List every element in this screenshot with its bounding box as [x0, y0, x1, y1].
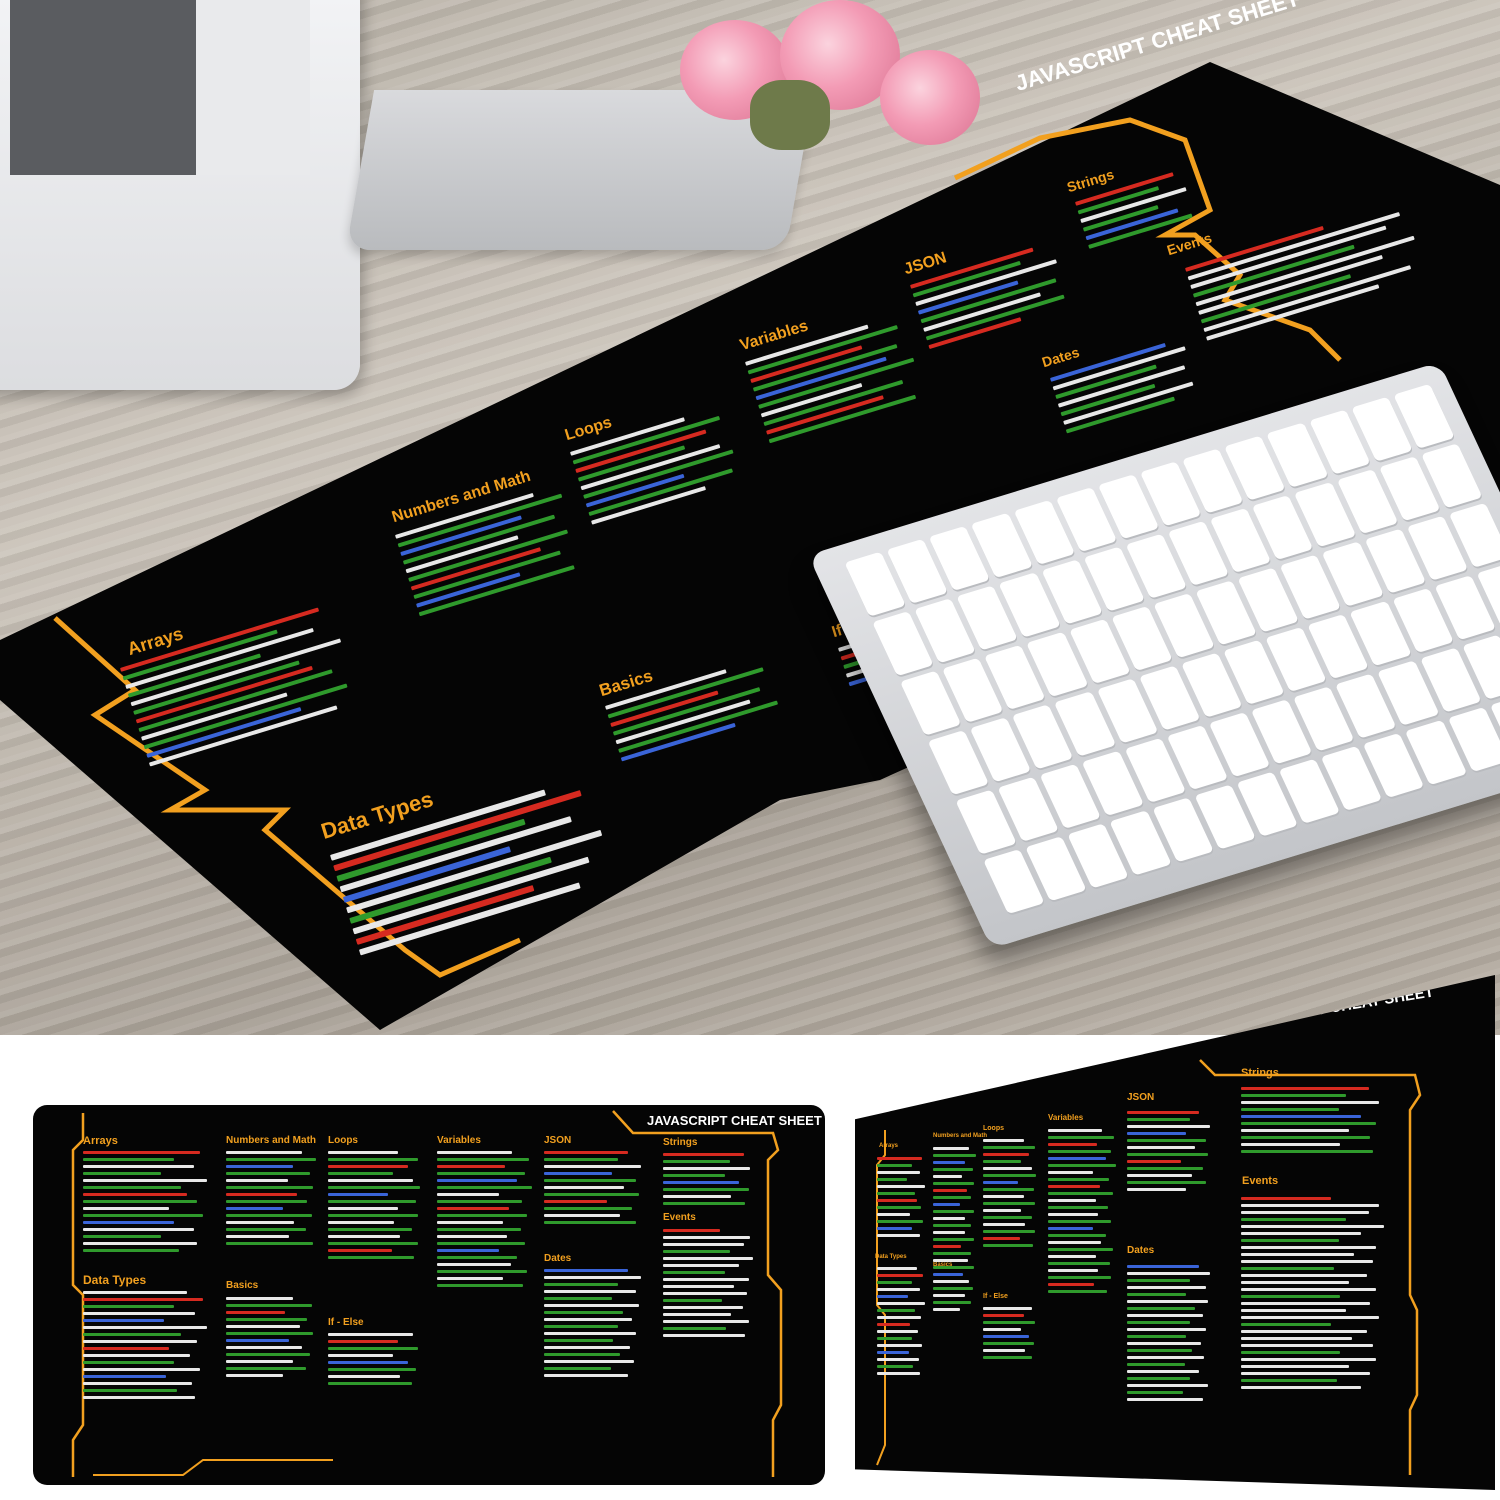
thumb-angled-code-col3b — [983, 1307, 1041, 1363]
thumb-flat-code-variables — [437, 1151, 537, 1291]
mat-title: JAVASCRIPT CHEAT SHEET — [1012, 0, 1303, 96]
thumb-flat-section-basics: Basics — [226, 1280, 259, 1291]
section-datatypes: Data Types — [318, 786, 437, 844]
monitor — [0, 0, 360, 390]
thumb-angled-section-ifelse: If - Else — [983, 1293, 1008, 1300]
thumb-angled-section-loops: Loops — [983, 1125, 1004, 1132]
section-strings: Strings — [1065, 165, 1116, 196]
thumb-flat-section-strings: Strings — [663, 1137, 698, 1148]
code-block-datatypes — [330, 773, 630, 960]
thumb-angled-code-events — [1241, 1197, 1391, 1393]
thumb-angled-section-variables: Variables — [1048, 1113, 1084, 1122]
thumb-flat-code-numbers — [226, 1151, 321, 1249]
thumb-flat-code-events — [663, 1229, 758, 1341]
section-dates: Dates — [1040, 343, 1082, 371]
code-block-variables — [745, 312, 934, 448]
section-arrays: Arrays — [125, 623, 186, 660]
code-block-dates — [1050, 334, 1212, 438]
thumb-angled-code-col5b — [1127, 1265, 1217, 1405]
thumb-flat-code-ifelse — [328, 1333, 428, 1389]
flower-bouquet — [660, 0, 990, 180]
thumb-angled-section-numbers: Numbers and Math — [933, 1133, 988, 1139]
section-json: JSON — [902, 249, 949, 279]
section-events: Events — [1165, 229, 1214, 259]
frame-right — [953, 117, 1342, 362]
thumb-angled-code-col1 — [877, 1157, 927, 1241]
thumb-angled-code-strings — [1241, 1087, 1391, 1157]
thumb-angled-section-strings: Strings — [1241, 1067, 1279, 1079]
hero-photo: JAVASCRIPT CHEAT SHEET Arrays Numbers an… — [0, 0, 1500, 1035]
section-numbers: Numbers and Math — [390, 467, 533, 527]
keyboard — [808, 362, 1500, 949]
thumb-flat-code-basics — [226, 1297, 321, 1381]
thumb-flat-code-strings — [663, 1153, 758, 1209]
thumbnail-flat-mat: JAVASCRIPT CHEAT SHEET Arrays Numbers an… — [33, 1105, 825, 1485]
code-block-json — [910, 238, 1084, 354]
thumb-angled-section-datatypes: Data Types — [875, 1254, 907, 1260]
frame-left — [53, 616, 522, 978]
section-variables: Variables — [738, 317, 811, 355]
thumb-flat-section-datatypes: Data Types — [83, 1273, 147, 1287]
thumb-angled-code-col2 — [933, 1147, 978, 1315]
thumb-flat-code-arrays — [83, 1151, 213, 1256]
thumb-flat-section-dates: Dates — [544, 1253, 572, 1264]
thumb-flat-section-arrays: Arrays — [83, 1135, 118, 1147]
thumb-flat-section-numbers: Numbers and Math — [226, 1135, 317, 1146]
thumb-flat-code-dates — [544, 1269, 649, 1381]
section-basics: Basics — [597, 665, 655, 701]
thumb-angled-code-col1b — [877, 1267, 927, 1379]
thumb-angled-code-col5 — [1127, 1111, 1217, 1195]
thumb-flat-section-json: JSON — [544, 1135, 572, 1146]
code-block-numbers — [395, 482, 593, 621]
thumb-flat-section-loops: Loops — [328, 1135, 358, 1146]
monitor-screen — [10, 0, 310, 175]
code-block-arrays — [120, 601, 372, 772]
code-block-strings — [1075, 167, 1206, 254]
thumb-angled-section-events: Events — [1242, 1175, 1279, 1187]
thumb-angled-section-json: JSON — [1127, 1092, 1155, 1103]
thumb-flat-code-json — [544, 1151, 649, 1228]
thumb-flat-section-variables: Variables — [437, 1135, 481, 1146]
thumb-angled-section-dates: Dates — [1127, 1245, 1155, 1256]
code-block-basics — [605, 653, 796, 766]
thumb-flat-code-loops — [328, 1151, 428, 1263]
section-loops: Loops — [563, 413, 614, 445]
thumb-flat-section-ifelse: If - Else — [328, 1317, 364, 1328]
thumbnail-angled-mat: JAVASCRIPT CHEAT SHEET Arrays Numbers an… — [855, 975, 1495, 1490]
thumb-flat-section-events: Events — [663, 1212, 696, 1223]
thumb-flat-title: JAVASCRIPT CHEAT SHEET — [647, 1113, 822, 1128]
thumb-flat-code-datatypes — [83, 1291, 213, 1403]
code-block-events — [1185, 198, 1438, 346]
code-block-loops — [570, 402, 756, 529]
thumb-angled-section-arrays: Arrays — [879, 1143, 899, 1149]
thumb-angled-code-col4 — [1048, 1129, 1120, 1297]
thumb-angled-code-col3 — [983, 1139, 1041, 1251]
